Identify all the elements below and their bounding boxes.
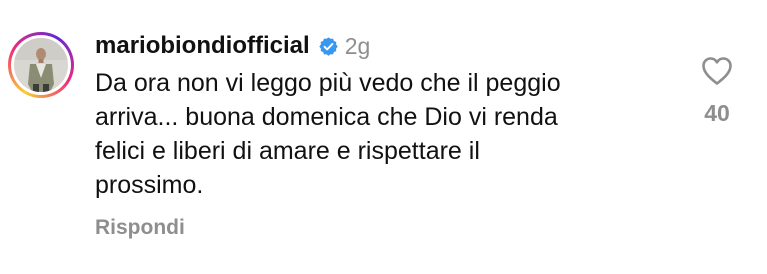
comment-item: mariobiondiofficial 2g Da ora non vi leg…: [0, 0, 767, 274]
comment-text: Da ora non vi leggo più vedo che il pegg…: [95, 66, 685, 202]
comment-text-line: arriva... buona domenica che Dio vi rend…: [95, 103, 558, 131]
username-link[interactable]: mariobiondiofficial: [95, 32, 310, 60]
comment-text-line: Da ora non vi leggo più vedo che il pegg…: [95, 69, 561, 97]
like-count: 40: [704, 100, 730, 126]
comment-timestamp: 2g: [344, 32, 371, 59]
comment-header: mariobiondiofficial 2g: [95, 29, 370, 63]
comment-text-line: felici e liberi di amare e rispettare il: [95, 137, 480, 165]
avatar[interactable]: [8, 32, 74, 98]
avatar-image: [14, 38, 68, 92]
heart-outline-icon[interactable]: [701, 56, 733, 86]
verified-badge-icon: [319, 36, 338, 56]
comment-text-line: prossimo.: [95, 171, 204, 199]
reply-button[interactable]: Rispondi: [95, 216, 185, 240]
